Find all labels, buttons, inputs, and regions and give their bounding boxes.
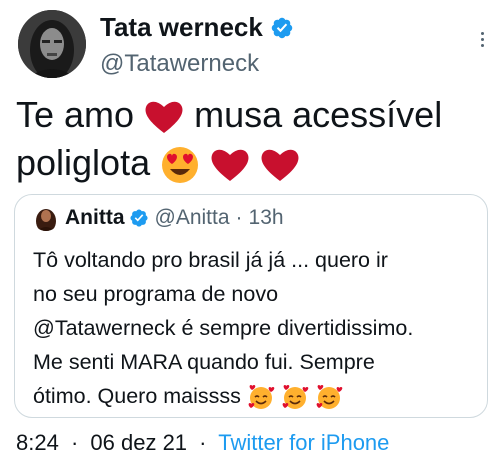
verified-badge-icon: [271, 17, 293, 38]
tweet-source-link[interactable]: Twitter for iPhone: [218, 430, 389, 455]
author-handle[interactable]: @Tatawerneck: [100, 50, 259, 78]
heart-eyes-emoji-icon: [162, 147, 199, 184]
tweet-text-segment: musa acessível: [194, 94, 443, 135]
quoted-tweet-text: Tô voltando pro brasil já já ... quero i…: [33, 243, 479, 413]
quoted-tweet-card[interactable]: Anitta @Anitta · 13h Tô voltando pro bra…: [14, 194, 488, 418]
more-options-icon[interactable]: [472, 24, 492, 54]
quoted-separator: ·: [235, 206, 243, 229]
quoted-timestamp: 13h: [248, 206, 284, 229]
tweet-date[interactable]: 06 dez 21: [90, 430, 187, 455]
quoted-text-line: Me senti MARA quando fui. Sempre: [33, 350, 375, 374]
quoted-author-avatar: [33, 205, 59, 231]
tweet: Tata werneck @Tatawerneck Te amo musa ac…: [0, 0, 504, 474]
footer-separator: ·: [70, 430, 79, 455]
red-heart-icon: [211, 150, 249, 182]
author-name-row[interactable]: Tata werneck: [100, 12, 294, 43]
smiling-face-with-hearts-icon: [248, 385, 275, 410]
author-name[interactable]: Tata werneck: [100, 12, 263, 43]
smiling-face-with-hearts-icon: [282, 385, 309, 410]
quoted-author-handle: @Anitta: [154, 206, 230, 229]
quoted-text-line: no seu programa de novo: [33, 282, 279, 306]
tweet-text-line-2: poliglota: [16, 142, 300, 185]
quoted-text-segment: ótimo. Quero maissss: [33, 384, 241, 408]
footer-separator: ·: [199, 430, 207, 455]
verified-badge-icon: [129, 209, 148, 227]
quoted-text-line: Tô voltando pro brasil já já ... quero i…: [33, 248, 388, 272]
smiling-face-with-hearts-icon: [316, 385, 343, 410]
tweet-text-segment: Te amo: [16, 94, 135, 135]
tweet-footer: 8:24 · 06 dez 21 · Twitter for iPhone: [16, 430, 389, 456]
red-heart-icon: [145, 102, 183, 134]
quoted-author-name: Anitta: [65, 206, 125, 229]
tweet-text-segment: poliglota: [16, 142, 151, 183]
red-heart-icon: [261, 150, 299, 182]
quoted-tweet-header: Anitta @Anitta · 13h: [33, 205, 284, 231]
tweet-text-line-1: Te amo musa acessível: [16, 94, 442, 136]
quoted-text-line-last: ótimo. Quero maissss: [33, 379, 479, 413]
quoted-text-line: @Tatawerneck é sempre divertidissimo.: [33, 316, 414, 340]
author-avatar[interactable]: [18, 10, 86, 78]
tweet-time[interactable]: 8:24: [16, 430, 59, 455]
